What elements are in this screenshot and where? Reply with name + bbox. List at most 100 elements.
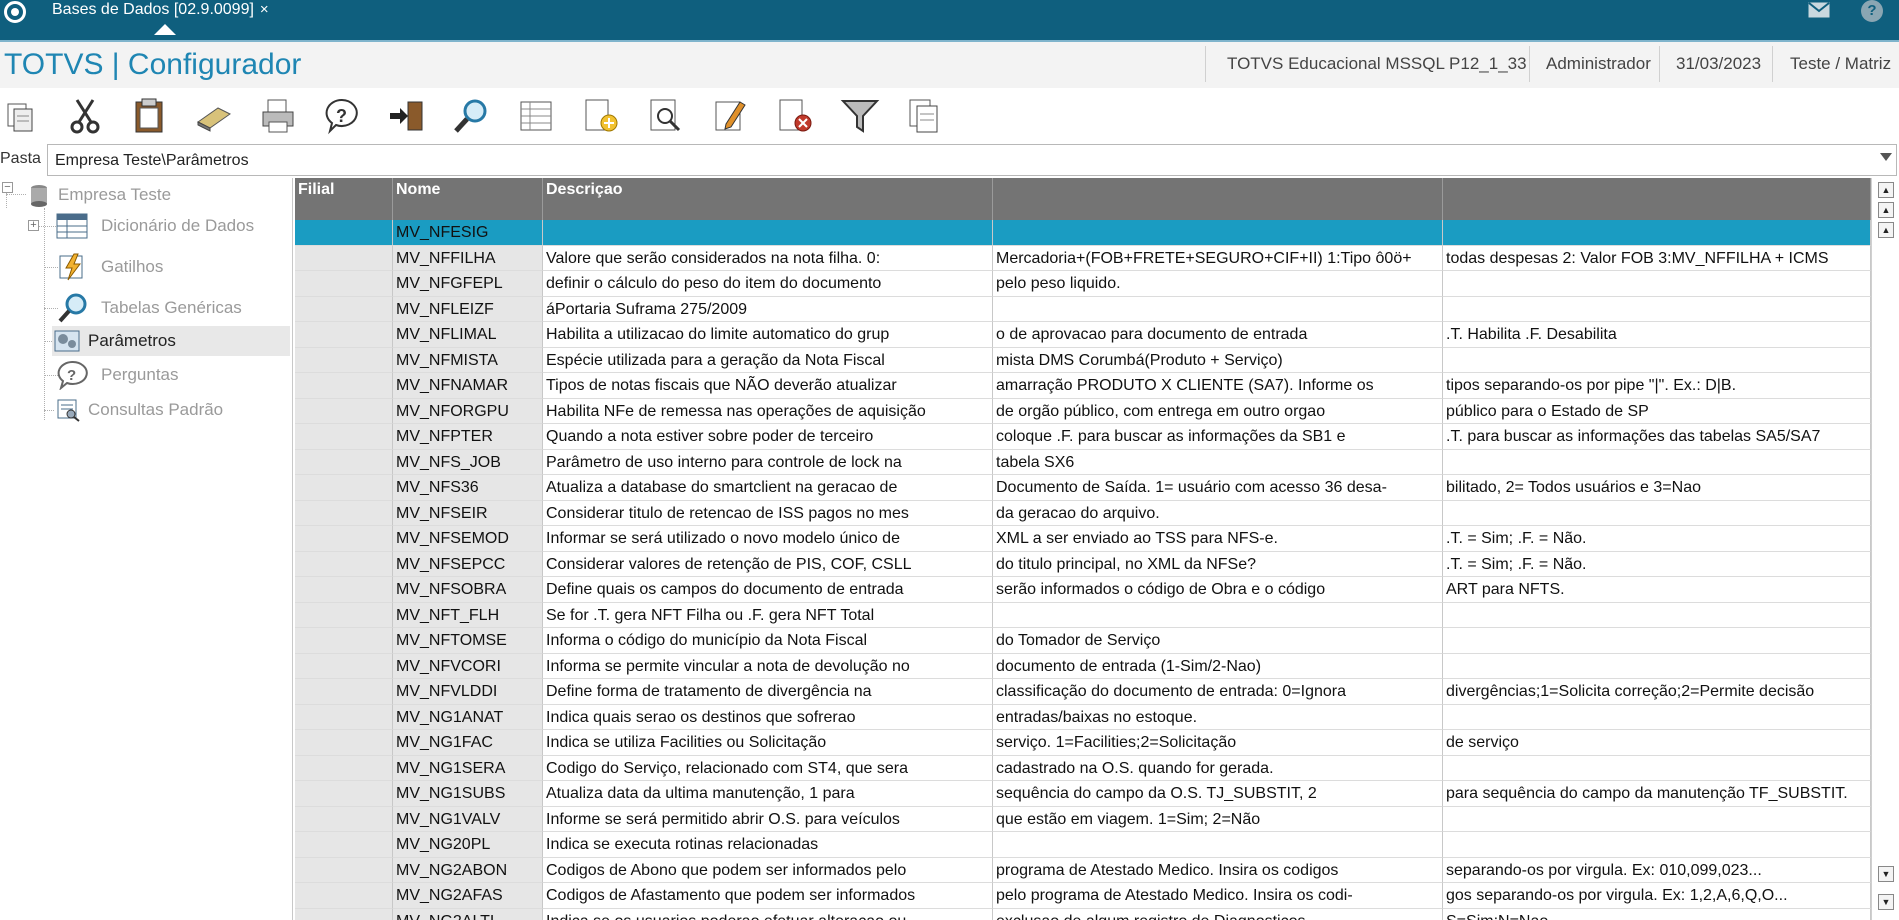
collapse-icon[interactable]: −	[2, 182, 13, 193]
table-cell[interactable]: pelo programa de Atestado Medico. Insira…	[993, 883, 1443, 909]
table-cell[interactable]: MV_NG2ALTL	[393, 908, 543, 920]
table-cell[interactable]: da geracao do arquivo.	[993, 500, 1443, 526]
table-cell[interactable]	[1443, 653, 1871, 679]
table-row[interactable]: MV_NFGFEPL definir o cálculo do peso do i…	[295, 271, 1871, 297]
table-cell[interactable]	[295, 373, 393, 399]
expand-icon[interactable]: +	[28, 220, 39, 231]
tree-item-parametros[interactable]: Parâmetros	[52, 326, 290, 356]
tree-item-tabelas-genericas[interactable]: Tabelas Genéricas	[0, 293, 290, 323]
table-cell[interactable]: Habilita a utilizacao do limite automati…	[543, 322, 993, 348]
grid-scrollbar[interactable]: ▲ ▲ ▲ ▼ ▼	[1871, 178, 1899, 920]
table-cell[interactable]	[295, 500, 393, 526]
table-cell[interactable]: MV_NG1ANAT	[393, 704, 543, 730]
table-cell[interactable]: .T. = Sim; .F. = Não.	[1443, 526, 1871, 552]
notebook-icon[interactable]	[194, 96, 234, 136]
table-cell[interactable]: documento de entrada (1-Sim/2-Nao)	[993, 653, 1443, 679]
cut-icon[interactable]	[65, 96, 105, 136]
table-row[interactable]: MV_NFPTER Quando a nota estiver sobre pod…	[295, 424, 1871, 450]
table-cell[interactable]: entradas/baixas no estoque.	[993, 704, 1443, 730]
table-cell[interactable]: Habilita NFe de remessa nas operações de…	[543, 398, 993, 424]
table-cell[interactable]	[295, 347, 393, 373]
table-cell[interactable]	[295, 679, 393, 705]
help-icon[interactable]: ?	[1861, 0, 1883, 22]
table-cell[interactable]	[295, 424, 393, 450]
table-cell[interactable]: do Tomador de Serviço	[993, 628, 1443, 654]
table-cell[interactable]: MV_NFORGPU	[393, 398, 543, 424]
table-cell[interactable]: MV_NFESIG	[393, 220, 543, 246]
table-row[interactable]: MV_NFSOBRA Define quais os campos do docu…	[295, 577, 1871, 603]
table-cell[interactable]: S=Sim;N=Nao	[1443, 908, 1871, 920]
table-cell[interactable]: que estão em viagem. 1=Sim; 2=Não	[993, 806, 1443, 832]
table-row[interactable]: MV_NFSEMOD Informar se será utilizado o n…	[295, 526, 1871, 552]
paste-icon[interactable]	[129, 96, 169, 136]
table-row[interactable]: MV_NFESIG	[295, 220, 1871, 246]
table-cell[interactable]: tabela SX6	[993, 449, 1443, 475]
mail-icon[interactable]	[1808, 2, 1830, 18]
table-cell[interactable]	[295, 475, 393, 501]
table-cell[interactable]	[1443, 220, 1871, 246]
table-cell[interactable]: MV_NG1SERA	[393, 755, 543, 781]
help-icon[interactable]: ?	[322, 96, 362, 136]
table-cell[interactable]	[295, 271, 393, 297]
table-row[interactable]: MV_NFLIMAL Habilita a utilizacao do limit…	[295, 322, 1871, 348]
table-cell[interactable]	[295, 602, 393, 628]
table-cell[interactable]: MV_NG2AFAS	[393, 883, 543, 909]
table-row[interactable]: MV_NFVLDDI Define forma de tratamento de …	[295, 679, 1871, 705]
scroll-up-button[interactable]: ▲	[1878, 222, 1894, 238]
table-cell[interactable]: MV_NG1FAC	[393, 730, 543, 756]
column-header-descricao[interactable]: Descriçao	[543, 178, 993, 220]
table-row[interactable]: MV_NFT_FLH Se for .T. gera NFT Filha ou .…	[295, 602, 1871, 628]
table-row[interactable]: MV_NFFILHA Valore que serão considerados …	[295, 245, 1871, 271]
table-cell[interactable]: separando-os por virgula. Ex: 010,099,02…	[1443, 857, 1871, 883]
table-cell[interactable]	[993, 220, 1443, 246]
table-row[interactable]: MV_NG2AFAS Codigos de Afastamento que pod…	[295, 883, 1871, 909]
table-cell[interactable]: MV_NG2ABON	[393, 857, 543, 883]
tree-item-dicionario[interactable]: + Dicionário de Dados	[0, 211, 290, 241]
table-cell[interactable]: Indica se utiliza Facilities ou Solicita…	[543, 730, 993, 756]
table-cell[interactable]: Define forma de tratamento de divergênci…	[543, 679, 993, 705]
table-row[interactable]: MV_NFTOMSE Informa o código do município …	[295, 628, 1871, 654]
table-cell[interactable]: Considerar titulo de retencao de ISS pag…	[543, 500, 993, 526]
tree-item-consultas-padrao[interactable]: Consultas Padrão	[0, 395, 290, 425]
table-cell[interactable]: MV_NFLIMAL	[393, 322, 543, 348]
table-row[interactable]: MV_NG20PL Indica se executa rotinas relac…	[295, 832, 1871, 858]
table-cell[interactable]: MV_NFVLDDI	[393, 679, 543, 705]
table-cell[interactable]	[1443, 806, 1871, 832]
table-cell[interactable]	[1443, 832, 1871, 858]
table-row[interactable]: MV_NFLEIZF áPortaria Suframa 275/2009	[295, 296, 1871, 322]
table-icon[interactable]	[516, 96, 556, 136]
table-cell[interactable]	[1443, 449, 1871, 475]
table-cell[interactable]: ART para NFTS.	[1443, 577, 1871, 603]
table-cell[interactable]	[295, 755, 393, 781]
table-cell[interactable]: serviço. 1=Facilities;2=Solicitação	[993, 730, 1443, 756]
table-cell[interactable]	[295, 398, 393, 424]
table-cell[interactable]: Tipos de notas fiscais que NÃO deverão a…	[543, 373, 993, 399]
table-cell[interactable]	[295, 883, 393, 909]
table-cell[interactable]: de serviço	[1443, 730, 1871, 756]
table-cell[interactable]: MV_NFLEIZF	[393, 296, 543, 322]
table-cell[interactable]: exclusao de algum registro de Diagnostic…	[993, 908, 1443, 920]
search-icon[interactable]	[451, 96, 491, 136]
table-cell[interactable]	[993, 296, 1443, 322]
table-row[interactable]: MV_NFS36 Atualiza a database do smartclie…	[295, 475, 1871, 501]
table-cell[interactable]: Atualiza data da ultima manutenção, 1 pa…	[543, 781, 993, 807]
table-cell[interactable]	[295, 908, 393, 920]
table-cell[interactable]: sequência do campo da O.S. TJ_SUBSTIT, 2	[993, 781, 1443, 807]
table-cell[interactable]: MV_NFFILHA	[393, 245, 543, 271]
table-cell[interactable]	[295, 832, 393, 858]
table-row[interactable]: MV_NFVCORI Informa se permite vincular a …	[295, 653, 1871, 679]
table-row[interactable]: MV_NG1ANAT Indica quais serao os destinos…	[295, 704, 1871, 730]
table-cell[interactable]: divergências;1=Solicita correção;2=Permi…	[1443, 679, 1871, 705]
table-cell[interactable]: Mercadoria+(FOB+FRETE+SEGURO+CIF+II) 1:T…	[993, 245, 1443, 271]
table-cell[interactable]: .T. = Sim; .F. = Não.	[1443, 551, 1871, 577]
table-cell[interactable]	[295, 296, 393, 322]
table-cell[interactable]: serão informados o código de Obra e o có…	[993, 577, 1443, 603]
table-cell[interactable]: MV_NFSEMOD	[393, 526, 543, 552]
table-cell[interactable]: Indica se os usuarios poderao efetuar al…	[543, 908, 993, 920]
table-cell[interactable]: Informa o código do município da Nota Fi…	[543, 628, 993, 654]
table-cell[interactable]	[1443, 271, 1871, 297]
copy-icon[interactable]	[2, 96, 42, 136]
exit-door-icon[interactable]	[388, 96, 428, 136]
table-cell[interactable]: tipos separando-os por pipe "|". Ex.: D|…	[1443, 373, 1871, 399]
table-cell[interactable]: definir o cálculo do peso do item do doc…	[543, 271, 993, 297]
